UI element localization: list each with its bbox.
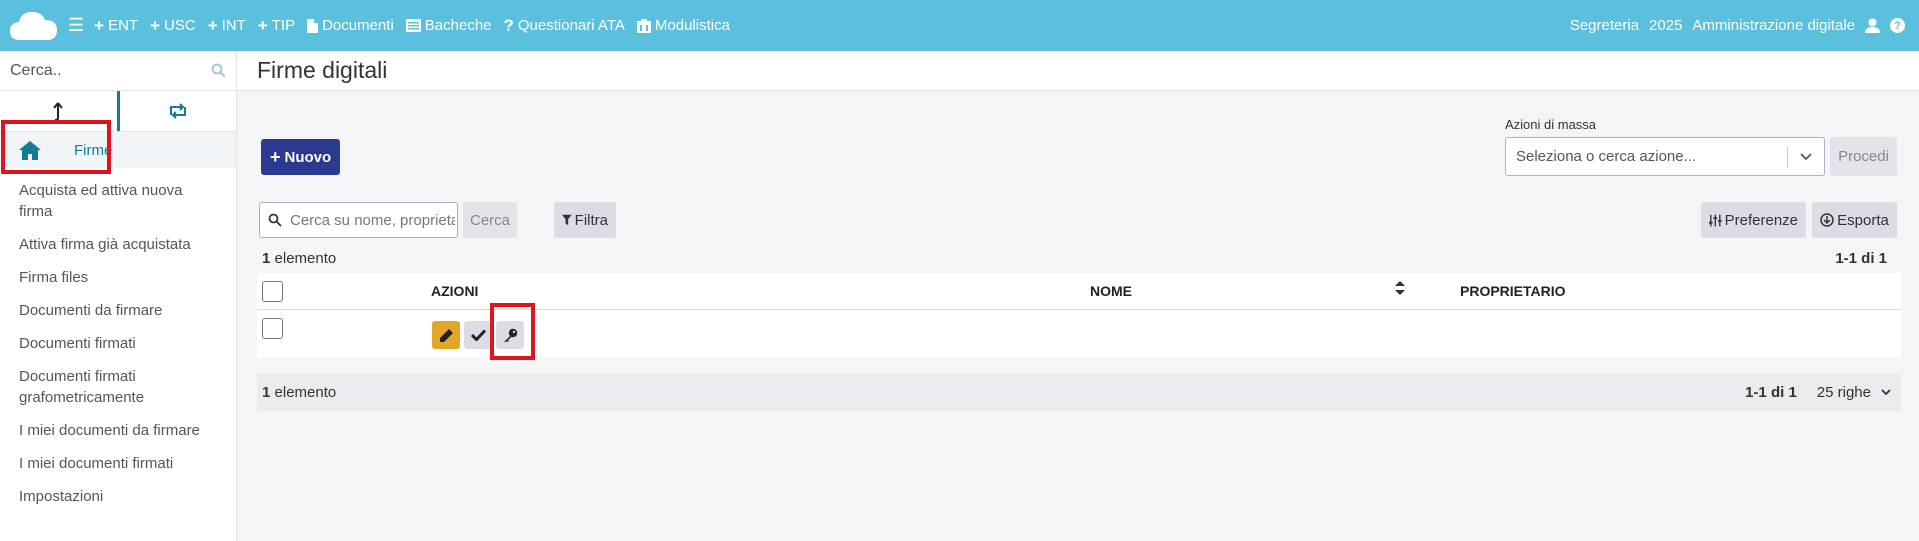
filter-button[interactable]: Filtra	[554, 202, 616, 238]
plus-icon: +	[257, 15, 268, 35]
sidebar-item-acquista[interactable]: Acquista ed attiva nuova firma	[0, 174, 236, 228]
sidebar-item-da-firmare[interactable]: Documenti da firmare	[0, 294, 236, 327]
row-checkbox[interactable]	[262, 318, 283, 339]
top-nav: ☰ + ENT + USC + INT + TIP Documenti Bacheche…	[62, 15, 736, 36]
confirm-button[interactable]	[464, 321, 492, 349]
preferences-button[interactable]: Preferenze	[1701, 202, 1806, 238]
column-header-proprietario: PROPRIETARIO	[1460, 283, 1566, 299]
user-icon[interactable]	[1865, 18, 1880, 33]
swap-icon	[169, 103, 186, 119]
sliders-icon	[1709, 214, 1722, 226]
sidebar-list: Acquista ed attiva nuova firma Attiva fi…	[0, 168, 236, 513]
plus-icon: +	[94, 15, 105, 35]
column-header-nome[interactable]: NOME	[1090, 283, 1132, 299]
forms-icon	[636, 18, 651, 33]
top-right: Segreteria 2025 Amministrazione digitale…	[1570, 17, 1919, 34]
chevron-down-icon[interactable]	[1788, 149, 1824, 164]
sidebar-search-input[interactable]	[10, 61, 200, 80]
nav-modulistica[interactable]: Modulistica	[631, 17, 736, 34]
top-bar: ☰ + ENT + USC + INT + TIP Documenti Bacheche…	[0, 0, 1919, 51]
cloud-logo[interactable]	[6, 0, 62, 51]
export-button[interactable]: Esporta	[1812, 202, 1897, 238]
sidebar-item-attiva[interactable]: Attiva firma già acquistata	[0, 228, 236, 261]
nav-usc[interactable]: + USC	[144, 16, 202, 36]
tab-swap[interactable]	[120, 91, 237, 131]
page-header: Firme digitali	[237, 51, 1919, 91]
plus-icon: +	[150, 15, 161, 35]
question-icon: ?	[503, 15, 514, 35]
search-button[interactable]: Cerca	[463, 202, 517, 238]
main-content: Firme digitali + Nuovo Azioni di massa S…	[237, 51, 1919, 541]
menu-icon[interactable]: ☰	[62, 15, 88, 36]
nav-bacheche[interactable]: Bacheche	[400, 17, 498, 34]
board-icon	[405, 19, 421, 32]
download-icon	[1820, 213, 1834, 227]
plus-icon: +	[270, 146, 281, 167]
sidebar-item-impostazioni[interactable]: Impostazioni	[0, 480, 236, 513]
chevron-down-icon	[1881, 389, 1891, 396]
document-icon	[307, 18, 319, 33]
item-count-bottom: 1 elemento	[262, 384, 337, 401]
filter-icon	[562, 214, 572, 226]
year-link[interactable]: 2025	[1649, 17, 1682, 34]
nav-questionari[interactable]: ? Questionari ATA	[498, 16, 631, 36]
pagination-range-bottom: 1-1 di 1	[1745, 384, 1797, 401]
nav-ent[interactable]: + ENT	[88, 16, 144, 36]
mass-actions-select[interactable]: Seleziona o cerca azione...	[1505, 137, 1825, 176]
table-search	[259, 202, 458, 238]
plus-icon: +	[207, 15, 218, 35]
edit-button[interactable]	[432, 321, 460, 349]
sidebar-item-miei-firmati[interactable]: I miei documenti firmati	[0, 447, 236, 480]
mass-actions-placeholder: Seleziona o cerca azione...	[1516, 148, 1697, 165]
sidebar-item-grafometrici[interactable]: Documenti firmati grafometricamente	[0, 360, 236, 414]
arrow-up-icon	[53, 102, 64, 121]
admin-link[interactable]: Amministrazione digitale	[1692, 17, 1855, 34]
rows-per-page-select[interactable]: 25 righe	[1817, 384, 1891, 401]
page-title: Firme digitali	[257, 57, 388, 83]
pencil-icon	[439, 328, 453, 342]
office-link[interactable]: Segreteria	[1570, 17, 1639, 34]
nav-documenti[interactable]: Documenti	[301, 17, 400, 34]
sidebar-item-miei-da-firmare[interactable]: I miei documenti da firmare	[0, 414, 236, 447]
search-icon[interactable]	[211, 63, 226, 78]
select-all-checkbox[interactable]	[262, 281, 283, 302]
mass-actions-label: Azioni di massa	[1505, 117, 1597, 132]
nav-int[interactable]: + INT	[202, 16, 252, 36]
pagination-range-top: 1-1 di 1	[1835, 250, 1887, 267]
check-icon	[470, 329, 486, 341]
column-header-azioni: AZIONI	[431, 283, 479, 299]
procedi-button[interactable]: Procedi	[1830, 137, 1897, 176]
search-icon	[268, 213, 282, 227]
new-button[interactable]: + Nuovo	[261, 139, 341, 175]
nav-tip[interactable]: + TIP	[252, 16, 301, 36]
sidebar-item-firma-files[interactable]: Firma files	[0, 261, 236, 294]
sidebar-search	[0, 51, 236, 91]
highlight-box-firme	[1, 120, 111, 174]
table-search-input[interactable]	[290, 211, 455, 229]
help-icon[interactable]: ?	[1890, 18, 1905, 33]
sidebar-item-firmati[interactable]: Documenti firmati	[0, 327, 236, 360]
item-count-top: 1 elemento	[262, 250, 337, 267]
table-footer: 1 elemento 1-1 di 1 25 righe	[257, 374, 1901, 411]
sort-icon[interactable]	[1395, 281, 1405, 298]
highlight-box-key	[490, 303, 535, 360]
